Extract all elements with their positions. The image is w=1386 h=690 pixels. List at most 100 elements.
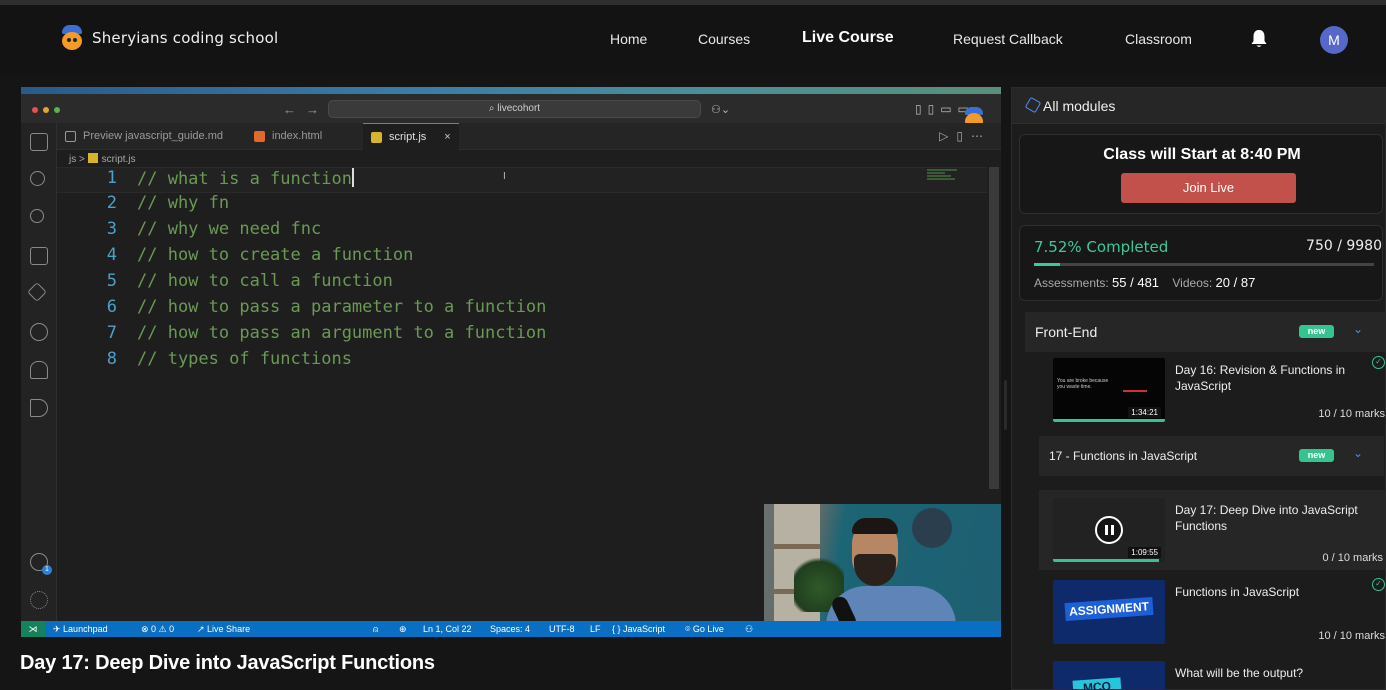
lesson-thumbnail: MCQ [1053, 661, 1165, 689]
code-text: // why fn [137, 193, 230, 213]
js-file-icon [87, 153, 98, 163]
navbar: Sheryians coding school Home Courses Liv… [0, 5, 1386, 75]
git-graph-icon [30, 323, 48, 341]
nav-request-callback[interactable]: Request Callback [953, 31, 1063, 47]
code-text: // how to create a function [137, 245, 414, 265]
code-text: // how to pass a parameter to a function [137, 297, 547, 317]
progress-stats: Assessments: 55 / 481 Videos: 20 / 87 [1034, 275, 1265, 290]
lesson-thumbnail: You are broke because you waste time. 1:… [1053, 358, 1165, 422]
preview-icon [65, 131, 76, 142]
line-number: 2 [106, 193, 117, 213]
code-line: 8 // types of functions [57, 349, 987, 375]
lesson-duration: 1:09:55 [1128, 547, 1161, 558]
mac-menu-bar [21, 87, 1001, 94]
video-player[interactable]: ←→ ⌕ livecohort ⚇⌄ ▯▯▭▭ 1 Preview javasc… [21, 87, 1001, 637]
lesson-item-active[interactable]: 1:09:55 Day 17: Deep Dive into JavaScrip… [1039, 490, 1385, 570]
settings-gear-icon [30, 591, 48, 609]
breadcrumb: js > script.js [69, 153, 136, 165]
thumb-red-line [1123, 390, 1147, 392]
copilot-status-icon: ⚇ [745, 624, 754, 634]
status-eol: LF [590, 624, 601, 634]
nav-live-course[interactable]: Live Course [802, 29, 894, 47]
lesson-marks: 10 / 10 marks [1318, 630, 1385, 642]
pause-icon[interactable] [1095, 516, 1123, 544]
vscode-titlebar: ←→ ⌕ livecohort ⚇⌄ ▯▯▭▭ [21, 94, 1001, 123]
js-file-icon [371, 132, 382, 143]
bell-icon[interactable] [1250, 29, 1268, 49]
breadcrumb-file: script.js [101, 154, 136, 165]
code-line: 4 // how to create a function [57, 245, 987, 271]
explorer-icon [30, 133, 48, 151]
editor-tabs: Preview javascript_guide.md index.html s… [57, 123, 1001, 150]
status-launchpad-text: Launchpad [63, 624, 108, 634]
lesson-marks: 0 / 10 marks [1322, 552, 1383, 564]
line-number: 5 [106, 271, 117, 291]
section-title: 17 - Functions in JavaScript [1049, 449, 1198, 463]
status-bell-icon: ⍝ [373, 624, 379, 634]
line-number: 4 [106, 245, 117, 265]
tab-label: index.html [272, 130, 323, 142]
assignment-banner: ASSIGNMENT [1064, 596, 1154, 622]
live-share-icon [30, 361, 48, 379]
source-control-icon [30, 209, 44, 223]
check-icon: ✓ [1372, 356, 1385, 369]
chevron-down-icon[interactable]: ⌄ [1353, 322, 1363, 336]
nav-home[interactable]: Home [610, 31, 647, 47]
activity-bar: 1 [21, 123, 57, 621]
lesson-title: Day 16: Revision & Functions in JavaScri… [1175, 363, 1346, 393]
status-language: { } JavaScript [612, 624, 666, 634]
window-controls [32, 107, 60, 113]
code-text-content: // what is a function [137, 169, 352, 189]
user-avatar[interactable]: M [1320, 26, 1348, 54]
section-front-end[interactable]: Front-End new ⌄ [1025, 312, 1385, 352]
lesson-progress [1053, 419, 1165, 422]
status-launchpad: ✈ Launchpad [53, 624, 108, 634]
instructor-webcam [764, 504, 1001, 637]
account-badge: 1 [42, 565, 52, 575]
lesson-marks: 10 / 10 marks [1318, 408, 1385, 420]
thumb-caption: You are broke because you waste time. [1057, 378, 1109, 390]
tab-preview-guide: Preview javascript_guide.md [57, 123, 235, 150]
chevron-down-icon[interactable]: ⌄ [1353, 446, 1363, 460]
videos-value: 20 / 87 [1215, 275, 1256, 290]
line-number: 6 [106, 297, 117, 317]
line-number: 3 [106, 219, 117, 239]
remote-explorer-icon [27, 282, 47, 302]
all-modules-title: All modules [1043, 98, 1116, 114]
code-text: // types of functions [137, 349, 352, 369]
join-live-button[interactable]: Join Live [1121, 173, 1296, 203]
progress-card: 7.52% Completed 750 / 9980 Assessments: … [1019, 225, 1383, 301]
all-modules-header[interactable]: All modules [1012, 88, 1385, 124]
breadcrumb-separator: > [79, 154, 85, 165]
lesson-title: Functions in JavaScript [1175, 585, 1300, 599]
nav-classroom[interactable]: Classroom [1125, 31, 1192, 47]
remote-icon: ⋊ [21, 621, 45, 637]
code-line: 1 // what is a function [57, 167, 987, 193]
progress-bar [1034, 263, 1374, 266]
line-number: 7 [106, 323, 117, 343]
code-line: 6 // how to pass a parameter to a functio… [57, 297, 987, 323]
nav-arrows-icon: ←→ [283, 102, 329, 117]
code-line: 2 // why fn [57, 193, 987, 219]
class-start-card: Class will Start at 8:40 PM Join Live [1019, 134, 1383, 214]
lesson-item[interactable]: MCQ What will be the output? [1053, 661, 1385, 689]
command-center: ⌕ livecohort [328, 100, 701, 118]
progress-bar-fill [1034, 263, 1060, 266]
lesson-progress [1053, 559, 1160, 562]
videos-label: Videos: [1172, 276, 1213, 290]
lesson-thumbnail: ASSIGNMENT [1053, 580, 1165, 644]
panel-resize-handle[interactable] [1004, 380, 1007, 430]
class-start-text: Class will Start at 8:40 PM [1103, 146, 1301, 163]
code-line: 5 // how to call a function [57, 271, 987, 297]
tab-label: Preview javascript_guide.md [83, 130, 224, 142]
lesson-item[interactable]: You are broke because you waste time. 1:… [1053, 356, 1385, 422]
html-file-icon [254, 131, 265, 142]
assessments-value: 55 / 481 [1112, 275, 1160, 290]
lesson-item[interactable]: ASSIGNMENT Functions in JavaScript ✓ 10 … [1053, 578, 1385, 644]
section-functions-in-javascript[interactable]: 17 - Functions in JavaScript new ⌄ [1039, 436, 1384, 476]
copilot-icon: ⚇⌄ [711, 104, 731, 116]
nav-courses[interactable]: Courses [698, 31, 750, 47]
search-icon [30, 171, 45, 186]
modules-panel: All modules Class will Start at 8:40 PM … [1011, 87, 1386, 690]
extensions-icon [30, 247, 48, 265]
